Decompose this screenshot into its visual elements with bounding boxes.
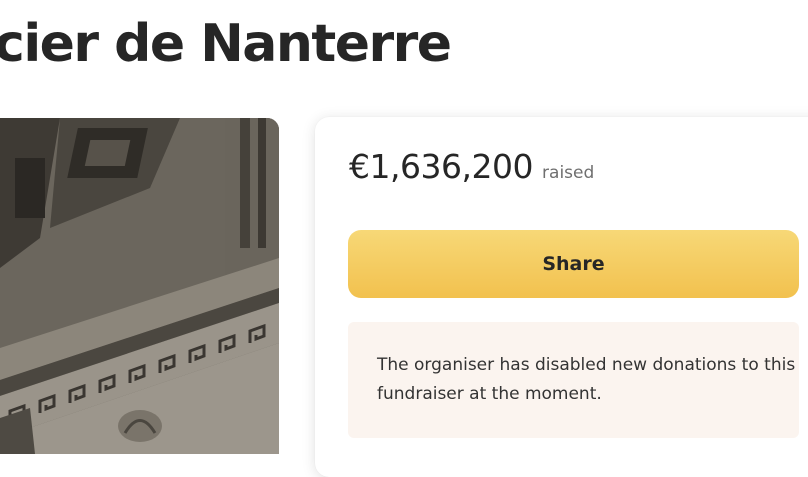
donations-disabled-notice: The organiser has disabled new donations…: [348, 322, 799, 438]
donation-card: €1,636,200 raised Share The organiser ha…: [315, 117, 808, 477]
share-button[interactable]: Share: [348, 230, 799, 298]
raised-summary: €1,636,200 raised: [349, 147, 594, 186]
raised-label: raised: [542, 163, 595, 183]
notice-text: The organiser has disabled new donations…: [377, 355, 796, 404]
raised-amount: €1,636,200: [349, 147, 533, 186]
page-title: cier de Nanterre: [0, 14, 452, 74]
hero-image: [0, 118, 279, 454]
